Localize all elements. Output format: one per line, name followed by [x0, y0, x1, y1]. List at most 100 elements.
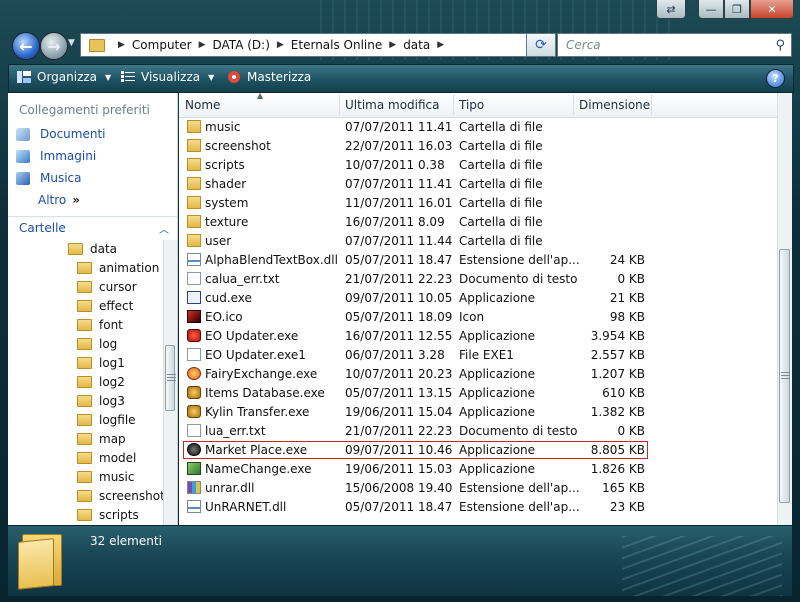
- tree-label: log: [99, 337, 118, 351]
- favorite-music[interactable]: Musica: [16, 171, 82, 185]
- column-type[interactable]: Tipo: [459, 98, 484, 112]
- search-box[interactable]: Cerca ⚲: [557, 33, 792, 57]
- chevron-right-icon[interactable]: ▶: [277, 40, 284, 50]
- file-type: Applicazione: [459, 386, 536, 400]
- file-row[interactable]: cud.exe 09/07/2011 10.05 Applicazione 21 KB: [179, 289, 777, 308]
- file-row[interactable]: scripts 10/07/2011 0.38 Cartella di file: [179, 156, 777, 175]
- breadcrumb-data[interactable]: data: [403, 38, 430, 52]
- more-favorites-link[interactable]: Altro »: [38, 193, 80, 207]
- file-row[interactable]: EO Updater.exe 16/07/2011 12.55 Applicazio…: [179, 327, 777, 346]
- file-row[interactable]: AlphaBlendTextBox.dll 05/07/2011 18.47 Est…: [179, 251, 777, 270]
- file-row[interactable]: Kylin Transfer.exe 19/06/2011 15.04 Applic…: [179, 403, 777, 422]
- tree-label: model: [99, 451, 137, 465]
- chevron-down-icon: ▼: [68, 38, 75, 48]
- tree-label: logfile: [99, 413, 136, 427]
- tree-node[interactable]: font: [77, 316, 123, 334]
- file-modified: 16/07/2011 8.09: [345, 215, 445, 229]
- tree-node[interactable]: music: [77, 468, 134, 486]
- refresh-button[interactable]: ⟳: [526, 33, 556, 57]
- address-bar[interactable]: ▶ Computer ▶ DATA (D:) ▶ Eternals Online…: [80, 33, 552, 57]
- favorite-pictures[interactable]: Immagini: [16, 149, 96, 163]
- file-modified: 07/07/2011 11.41: [345, 177, 453, 191]
- file-type: Estensione dell'ap...: [459, 253, 580, 267]
- tree-node[interactable]: logfile: [77, 411, 136, 429]
- chevron-right-icon[interactable]: ▶: [389, 40, 396, 50]
- file-row[interactable]: calua_err.txt 21/07/2011 22.23 Documento d…: [179, 270, 777, 289]
- help-button[interactable]: ?: [766, 69, 785, 88]
- file-name: user: [205, 234, 232, 248]
- breadcrumb-computer[interactable]: Computer: [132, 38, 192, 52]
- back-button[interactable]: ←: [12, 32, 40, 60]
- file-row[interactable]: music 07/07/2011 11.41 Cartella di file: [179, 118, 777, 137]
- file-row[interactable]: EO.ico 05/07/2011 18.09 Icon 98 KB: [179, 308, 777, 327]
- file-row[interactable]: UnRARNET.dll 05/07/2011 18.47 Estensione d…: [179, 498, 777, 517]
- file-size: 610 KB: [602, 386, 645, 400]
- file-name: texture: [205, 215, 249, 229]
- favorite-label: Immagini: [40, 149, 97, 163]
- file-row[interactable]: screenshot 22/07/2011 16.03 Cartella di fi…: [179, 137, 777, 156]
- tree-node[interactable]: log1: [77, 354, 125, 372]
- chevron-right-icon[interactable]: ▶: [437, 40, 444, 50]
- file-modified: 05/07/2011 18.47: [345, 253, 453, 267]
- flip-windows-button[interactable]: ⇄: [656, 0, 686, 19]
- file-name: EO Updater.exe: [205, 329, 299, 343]
- tree-node[interactable]: animation: [77, 259, 159, 277]
- column-size[interactable]: Dimensione: [579, 98, 650, 112]
- views-button[interactable]: Visualizza ▼: [121, 70, 214, 84]
- tree-node[interactable]: screenshot: [77, 487, 163, 505]
- tree-node[interactable]: log2: [77, 373, 125, 391]
- file-type: Estensione dell'ap...: [459, 481, 580, 495]
- folders-header[interactable]: Cartelle ︿: [8, 216, 177, 239]
- minimize-button[interactable]: —: [698, 0, 724, 19]
- close-button[interactable]: ✕: [750, 0, 794, 19]
- scrollbar-thumb[interactable]: [165, 345, 176, 411]
- search-icon[interactable]: ⚲: [775, 38, 785, 53]
- tree-node[interactable]: cursor: [77, 278, 137, 296]
- burn-button[interactable]: Masterizza: [227, 70, 311, 84]
- file-row[interactable]: Items Database.exe 05/07/2011 13.15 Applic…: [179, 384, 777, 403]
- file-modified: 06/07/2011 3.28: [345, 348, 445, 362]
- tree-node-data[interactable]: data: [68, 240, 117, 258]
- file-list-scrollbar[interactable]: [777, 93, 792, 525]
- caption-buttons: ⇄ — ❐ ✕: [656, 0, 794, 20]
- file-type: Applicazione: [459, 462, 536, 476]
- selection-highlight: [183, 441, 648, 459]
- recent-pages-dropdown[interactable]: ▼: [68, 38, 75, 48]
- file-type: File EXE1: [459, 348, 514, 362]
- tree-label: animation: [99, 261, 160, 275]
- column-modified[interactable]: Ultima modifica: [345, 98, 440, 112]
- file-row[interactable]: EO Updater.exe1 06/07/2011 3.28 File EXE1 2…: [179, 346, 777, 365]
- tree-node[interactable]: model: [77, 449, 136, 467]
- tree-node[interactable]: log3: [77, 392, 125, 410]
- file-type: Cartella di file: [459, 177, 543, 191]
- file-row[interactable]: system 11/07/2011 16.01 Cartella di file: [179, 194, 777, 213]
- file-row[interactable]: unrar.dll 15/06/2008 19.40 Estensione dell…: [179, 479, 777, 498]
- file-row[interactable]: texture 16/07/2011 8.09 Cartella di file: [179, 213, 777, 232]
- file-row[interactable]: FairyExchange.exe 10/07/2011 20.23 Applica…: [179, 365, 777, 384]
- chevron-right-icon[interactable]: ▶: [118, 40, 125, 50]
- file-row[interactable]: shader 07/07/2011 11.41 Cartella di file: [179, 175, 777, 194]
- maximize-button[interactable]: ❐: [724, 0, 750, 19]
- file-name: FairyExchange.exe: [205, 367, 318, 381]
- favorite-documents[interactable]: Documenti: [16, 127, 106, 141]
- file-row[interactable]: user 07/07/2011 11.44 Cartella di file: [179, 232, 777, 251]
- forward-button[interactable]: →: [40, 32, 68, 60]
- tree-node[interactable]: effect: [77, 297, 133, 315]
- tree-node[interactable]: scripts: [77, 506, 139, 524]
- tree-node[interactable]: map: [77, 430, 126, 448]
- tree-node[interactable]: log: [77, 335, 117, 353]
- chevron-up-icon: ︿: [159, 225, 169, 236]
- chevron-right-icon[interactable]: ▶: [199, 40, 206, 50]
- file-type-icon: [187, 367, 201, 380]
- chevron-down-icon: ▼: [105, 72, 112, 82]
- file-row[interactable]: lua_err.txt 21/07/2011 22.23 Documento di …: [179, 422, 777, 441]
- column-name[interactable]: Nome: [185, 98, 220, 112]
- search-input[interactable]: Cerca: [566, 38, 775, 52]
- organize-button[interactable]: Organizza ▼: [17, 70, 111, 84]
- file-row[interactable]: NameChange.exe 19/06/2011 15.03 Applicazio…: [179, 460, 777, 479]
- navigation-scrollbar[interactable]: [163, 240, 177, 525]
- navigation-bar: ← → ▼ ▶ Computer ▶ DATA (D:) ▶ Eternals …: [8, 30, 792, 60]
- breadcrumb-eternals-online[interactable]: Eternals Online: [291, 38, 382, 52]
- scrollbar-thumb[interactable]: [779, 249, 790, 503]
- breadcrumb-data-drive[interactable]: DATA (D:): [213, 38, 270, 52]
